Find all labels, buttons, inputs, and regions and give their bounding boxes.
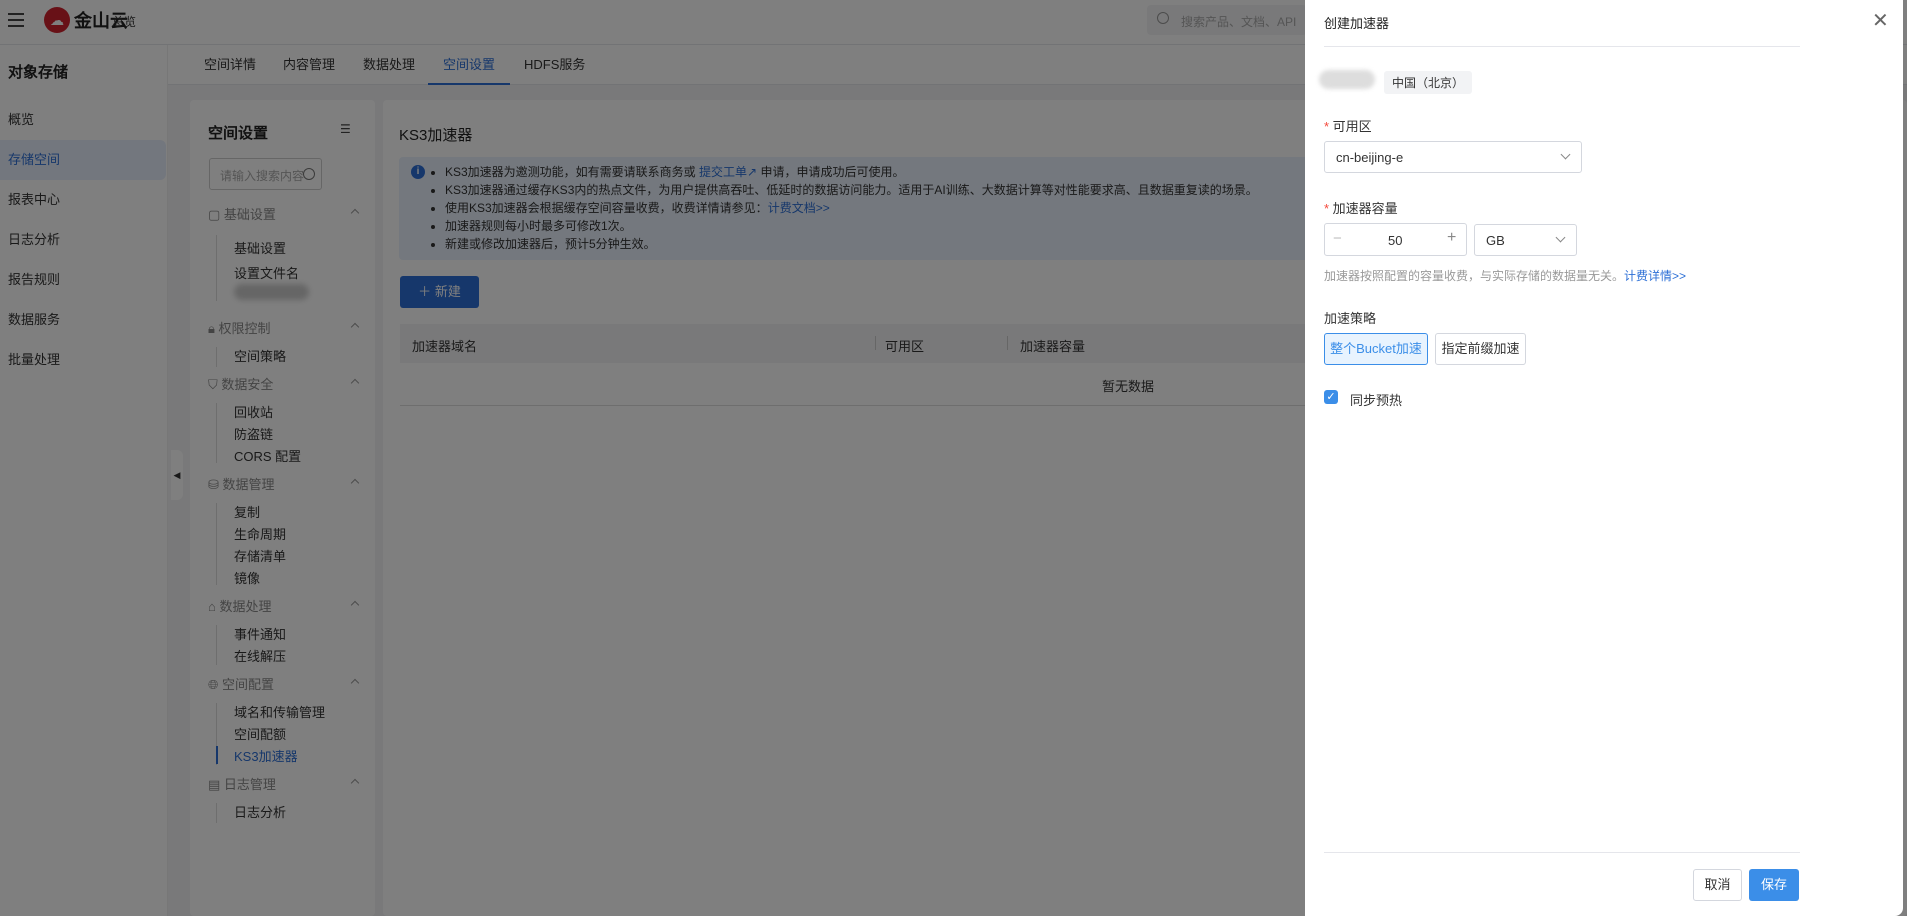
zone-value: cn-beijing-e	[1336, 150, 1404, 165]
save-button[interactable]: 保存	[1749, 869, 1799, 901]
minus-icon[interactable]: −	[1333, 230, 1342, 247]
capacity-label: * 加速器容量	[1324, 201, 1398, 216]
unit-select[interactable]: GB	[1474, 224, 1577, 256]
capacity-stepper[interactable]: − 50 +	[1324, 223, 1467, 256]
create-accelerator-drawer: 创建加速器 ✕ 中国（北京） * 可用区 cn-beijing-e * 加速器容…	[1305, 0, 1903, 916]
cancel-button[interactable]: 取消	[1693, 869, 1742, 901]
close-icon[interactable]: ✕	[1872, 8, 1889, 33]
chevron-down-icon	[1560, 149, 1571, 160]
preheat-checkbox[interactable]: ✓	[1324, 390, 1338, 404]
region-tag: 中国（北京）	[1384, 71, 1473, 94]
unit-value: GB	[1486, 233, 1505, 248]
blurred-bucket-name	[1319, 70, 1375, 89]
preheat-label[interactable]: 同步预热	[1350, 390, 1402, 409]
drawer-title: 创建加速器	[1324, 16, 1390, 31]
strategy-whole-bucket[interactable]: 整个Bucket加速	[1324, 333, 1428, 365]
capacity-value[interactable]: 50	[1388, 233, 1402, 248]
zone-label: * 可用区	[1324, 119, 1372, 134]
zone-select[interactable]: cn-beijing-e	[1324, 141, 1582, 173]
plus-icon[interactable]: +	[1447, 229, 1456, 247]
chevron-down-icon	[1555, 232, 1566, 243]
strategy-prefix[interactable]: 指定前缀加速	[1435, 333, 1526, 365]
capacity-hint: 加速器按照配置的容量收费，与实际存储的数据量无关。计费详情>>	[1324, 269, 1687, 283]
pricing-details-link[interactable]: 计费详情>>	[1624, 269, 1686, 283]
strategy-label: 加速策略	[1324, 311, 1377, 326]
